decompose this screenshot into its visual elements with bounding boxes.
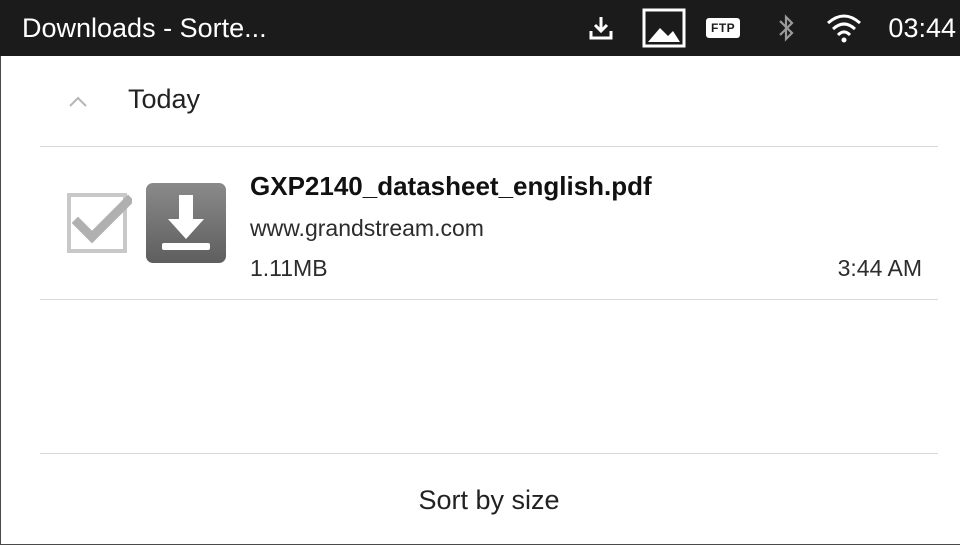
wifi-icon: [826, 0, 862, 56]
ftp-label: FTP: [706, 18, 741, 38]
file-source: www.grandstream.com: [250, 215, 484, 241]
file-time: 3:44 AM: [837, 255, 922, 281]
divider: [40, 299, 938, 300]
sort-by-size-button[interactable]: Sort by size: [40, 455, 938, 545]
bluetooth-icon: [776, 0, 796, 56]
divider: [40, 146, 938, 147]
file-name: GXP2140_datasheet_english.pdf: [250, 171, 652, 201]
chevron-up-icon[interactable]: [68, 94, 88, 113]
status-bar: Downloads - Sorte... FTP 03:44: [0, 0, 960, 56]
download-icon: [586, 0, 616, 56]
footer-divider: [40, 453, 938, 454]
window-title: Downloads - Sorte...: [22, 13, 267, 43]
ftp-icon: FTP: [706, 0, 741, 56]
section-header-today[interactable]: Today: [40, 78, 938, 124]
download-row[interactable]: GXP2140_datasheet_english.pdf www.grands…: [40, 149, 938, 299]
download-file-icon: [146, 183, 226, 263]
file-size: 1.11MB: [250, 255, 328, 281]
status-clock: 03:44: [888, 13, 956, 43]
checkbox-checked-icon[interactable]: [66, 191, 135, 260]
image-icon: [642, 0, 686, 56]
section-label: Today: [128, 84, 201, 114]
